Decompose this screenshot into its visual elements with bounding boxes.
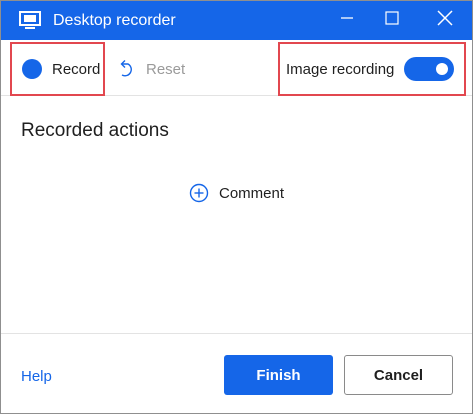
reset-button[interactable]: Reset [115, 42, 185, 96]
maximize-icon [385, 11, 399, 30]
image-recording-toggle[interactable] [404, 57, 454, 81]
reset-icon [115, 58, 137, 80]
cancel-button[interactable]: Cancel [344, 355, 453, 395]
footer: Help Finish Cancel [1, 333, 472, 413]
record-button[interactable]: Record [10, 42, 105, 96]
record-label: Record [52, 60, 101, 78]
toggle-knob [436, 63, 448, 75]
finish-button[interactable]: Finish [224, 355, 333, 395]
desktop-recorder-icon [19, 11, 41, 30]
maximize-button[interactable] [369, 1, 415, 40]
add-comment-button[interactable]: Comment [189, 182, 284, 204]
reset-label: Reset [146, 60, 186, 78]
desktop-recorder-window: Desktop recorder Record Reset Image reco… [0, 0, 473, 414]
close-icon [437, 10, 453, 31]
close-button[interactable] [422, 1, 468, 40]
image-recording-label: Image recording [286, 60, 395, 78]
recorded-actions-heading: Recorded actions [21, 120, 169, 141]
comment-label: Comment [219, 184, 285, 202]
minimize-icon [340, 11, 354, 30]
window-title: Desktop recorder [53, 12, 176, 29]
title-bar: Desktop recorder [1, 1, 472, 40]
image-recording-setting: Image recording [278, 42, 466, 96]
plus-circle-icon [189, 183, 209, 203]
toolbar: Record Reset Image recording [1, 40, 472, 96]
minimize-button[interactable] [324, 1, 370, 40]
record-dot-icon [22, 59, 42, 79]
help-link[interactable]: Help [21, 368, 52, 385]
